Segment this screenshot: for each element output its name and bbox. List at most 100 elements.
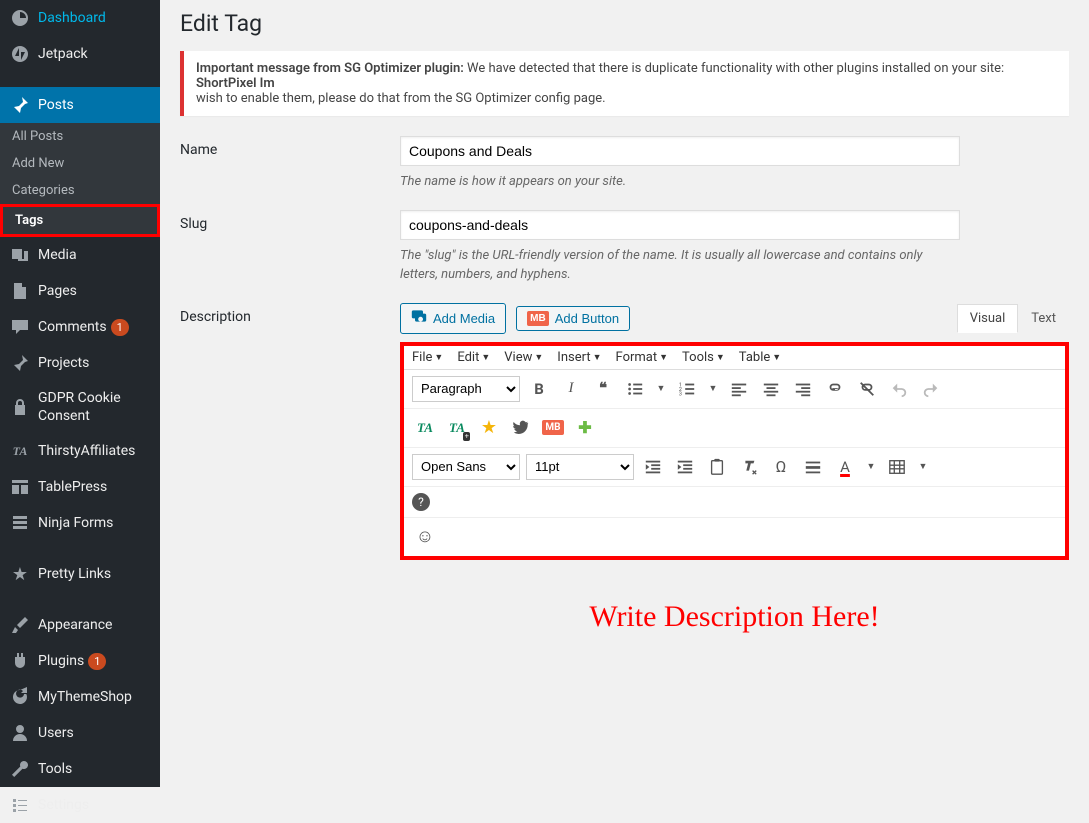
text-tab[interactable]: Text <box>1018 304 1069 333</box>
sidebar-item-dashboard[interactable]: Dashboard <box>0 0 160 36</box>
editor-body[interactable]: Write Description Here! <box>400 560 1069 760</box>
table-button[interactable] <box>884 454 910 480</box>
page-title: Edit Tag <box>180 10 1069 37</box>
text-color-dropdown[interactable]: ▼ <box>864 454 878 480</box>
media-icon <box>10 245 30 265</box>
font-family-select[interactable]: Open Sans <box>412 454 520 480</box>
number-list-button[interactable]: 123 <box>674 376 700 402</box>
comments-badge: 1 <box>111 319 129 336</box>
submenu-add-new[interactable]: Add New <box>0 150 160 177</box>
sidebar-label: Posts <box>38 96 74 114</box>
slug-desc: The "slug" is the URL-friendly version o… <box>400 246 960 285</box>
submenu-categories[interactable]: Categories <box>0 177 160 204</box>
menu-file[interactable]: File▼ <box>412 350 443 365</box>
add-button-button[interactable]: MB Add Button <box>516 306 630 331</box>
font-size-select[interactable]: 11pt <box>526 454 634 480</box>
users-icon <box>10 723 30 743</box>
align-left-button[interactable] <box>726 376 752 402</box>
sidebar-label: Pretty Links <box>38 565 111 583</box>
sidebar-item-projects[interactable]: Projects <box>0 345 160 381</box>
outdent-button[interactable] <box>640 454 666 480</box>
sidebar-item-mythemeshop[interactable]: MyThemeShop <box>0 679 160 715</box>
sidebar-label: ThirstyAffiliates <box>38 442 135 460</box>
blockquote-button[interactable]: ❝ <box>590 376 616 402</box>
sidebar-item-users[interactable]: Users <box>0 715 160 751</box>
indent-button[interactable] <box>672 454 698 480</box>
table-dropdown[interactable]: ▼ <box>916 454 930 480</box>
notice-text2: wish to enable them, please do that from… <box>196 91 606 106</box>
sidebar-label: Tools <box>38 760 72 778</box>
notice-strong2: ShortPixel Im <box>196 76 275 91</box>
admin-sidebar: Dashboard Jetpack Posts All Posts Add Ne… <box>0 0 160 787</box>
menu-table[interactable]: Table▼ <box>739 350 781 365</box>
sidebar-item-jetpack[interactable]: Jetpack <box>0 36 160 72</box>
submenu-tags[interactable]: Tags <box>0 204 160 237</box>
menu-view[interactable]: View▼ <box>504 350 543 365</box>
align-right-button[interactable] <box>790 376 816 402</box>
comments-icon <box>10 317 30 337</box>
sidebar-item-posts[interactable]: Posts <box>0 87 160 123</box>
name-input[interactable] <box>400 136 960 166</box>
sidebar-item-tools[interactable]: Tools <box>0 751 160 787</box>
sidebar-item-ninjaforms[interactable]: Ninja Forms <box>0 505 160 541</box>
italic-button[interactable]: I <box>558 376 584 402</box>
plugin-icon <box>10 651 30 671</box>
bullet-list-button[interactable] <box>622 376 648 402</box>
hr-button[interactable] <box>800 454 826 480</box>
unlink-button[interactable] <box>854 376 880 402</box>
sidebar-label: TablePress <box>38 478 107 496</box>
slug-input[interactable] <box>400 210 960 240</box>
visual-tab[interactable]: Visual <box>957 304 1019 333</box>
editor-placeholder-annotation: Write Description Here! <box>589 600 879 633</box>
twitter-button[interactable] <box>508 415 534 441</box>
star-button[interactable]: ★ <box>476 415 502 441</box>
star-icon: ★ <box>10 564 30 584</box>
dashboard-icon <box>10 8 30 28</box>
number-list-dropdown[interactable]: ▼ <box>706 376 720 402</box>
sidebar-item-appearance[interactable]: Appearance <box>0 607 160 643</box>
warning-notice: Important message from SG Optimizer plug… <box>180 51 1069 116</box>
plus-button[interactable]: ✚ <box>572 415 598 441</box>
redo-button[interactable] <box>918 376 944 402</box>
mb-button[interactable]: MB <box>540 415 566 441</box>
toolbar-row-5: ☺ <box>404 518 1065 556</box>
brush-icon <box>10 615 30 635</box>
sidebar-item-pages[interactable]: Pages <box>0 273 160 309</box>
menu-edit[interactable]: Edit▼ <box>457 350 490 365</box>
lock-icon <box>10 397 30 417</box>
ta-icon: TA <box>10 441 30 461</box>
align-center-button[interactable] <box>758 376 784 402</box>
link-button[interactable] <box>822 376 848 402</box>
bold-button[interactable]: B <box>526 376 552 402</box>
paragraph-select[interactable]: Paragraph <box>412 376 520 402</box>
sidebar-item-gdpr[interactable]: GDPR Cookie Consent <box>0 381 160 433</box>
sidebar-item-prettylinks[interactable]: ★ Pretty Links <box>0 556 160 592</box>
sidebar-item-comments[interactable]: Comments 1 <box>0 309 160 345</box>
help-button[interactable]: ? <box>412 493 430 511</box>
add-media-button[interactable]: Add Media <box>400 303 506 334</box>
jetpack-icon <box>10 44 30 64</box>
clear-format-button[interactable] <box>736 454 762 480</box>
notice-text: We have detected that there is duplicate… <box>464 61 1004 76</box>
sidebar-label: Settings <box>38 796 89 814</box>
text-color-button[interactable]: A <box>832 454 858 480</box>
ta-button[interactable]: TA <box>412 415 438 441</box>
sidebar-item-media[interactable]: Media <box>0 237 160 273</box>
sidebar-item-tablepress[interactable]: TablePress <box>0 469 160 505</box>
special-char-button[interactable]: Ω <box>768 454 794 480</box>
menu-tools[interactable]: Tools▼ <box>682 350 725 365</box>
ta-plus-button[interactable]: TA+ <box>444 415 470 441</box>
description-label: Description <box>180 303 400 325</box>
menu-format[interactable]: Format▼ <box>616 350 669 365</box>
emoji-button[interactable]: ☺ <box>412 524 438 550</box>
menu-insert[interactable]: Insert▼ <box>557 350 601 365</box>
sidebar-item-plugins[interactable]: Plugins 1 <box>0 643 160 679</box>
sidebar-item-thirstyaffiliates[interactable]: TA ThirstyAffiliates <box>0 433 160 469</box>
undo-button[interactable] <box>886 376 912 402</box>
submenu-all-posts[interactable]: All Posts <box>0 123 160 150</box>
sidebar-item-settings[interactable]: Settings <box>0 787 160 823</box>
sidebar-label: Projects <box>38 354 89 372</box>
sidebar-label: GDPR Cookie Consent <box>38 389 152 425</box>
paste-button[interactable] <box>704 454 730 480</box>
bullet-list-dropdown[interactable]: ▼ <box>654 376 668 402</box>
